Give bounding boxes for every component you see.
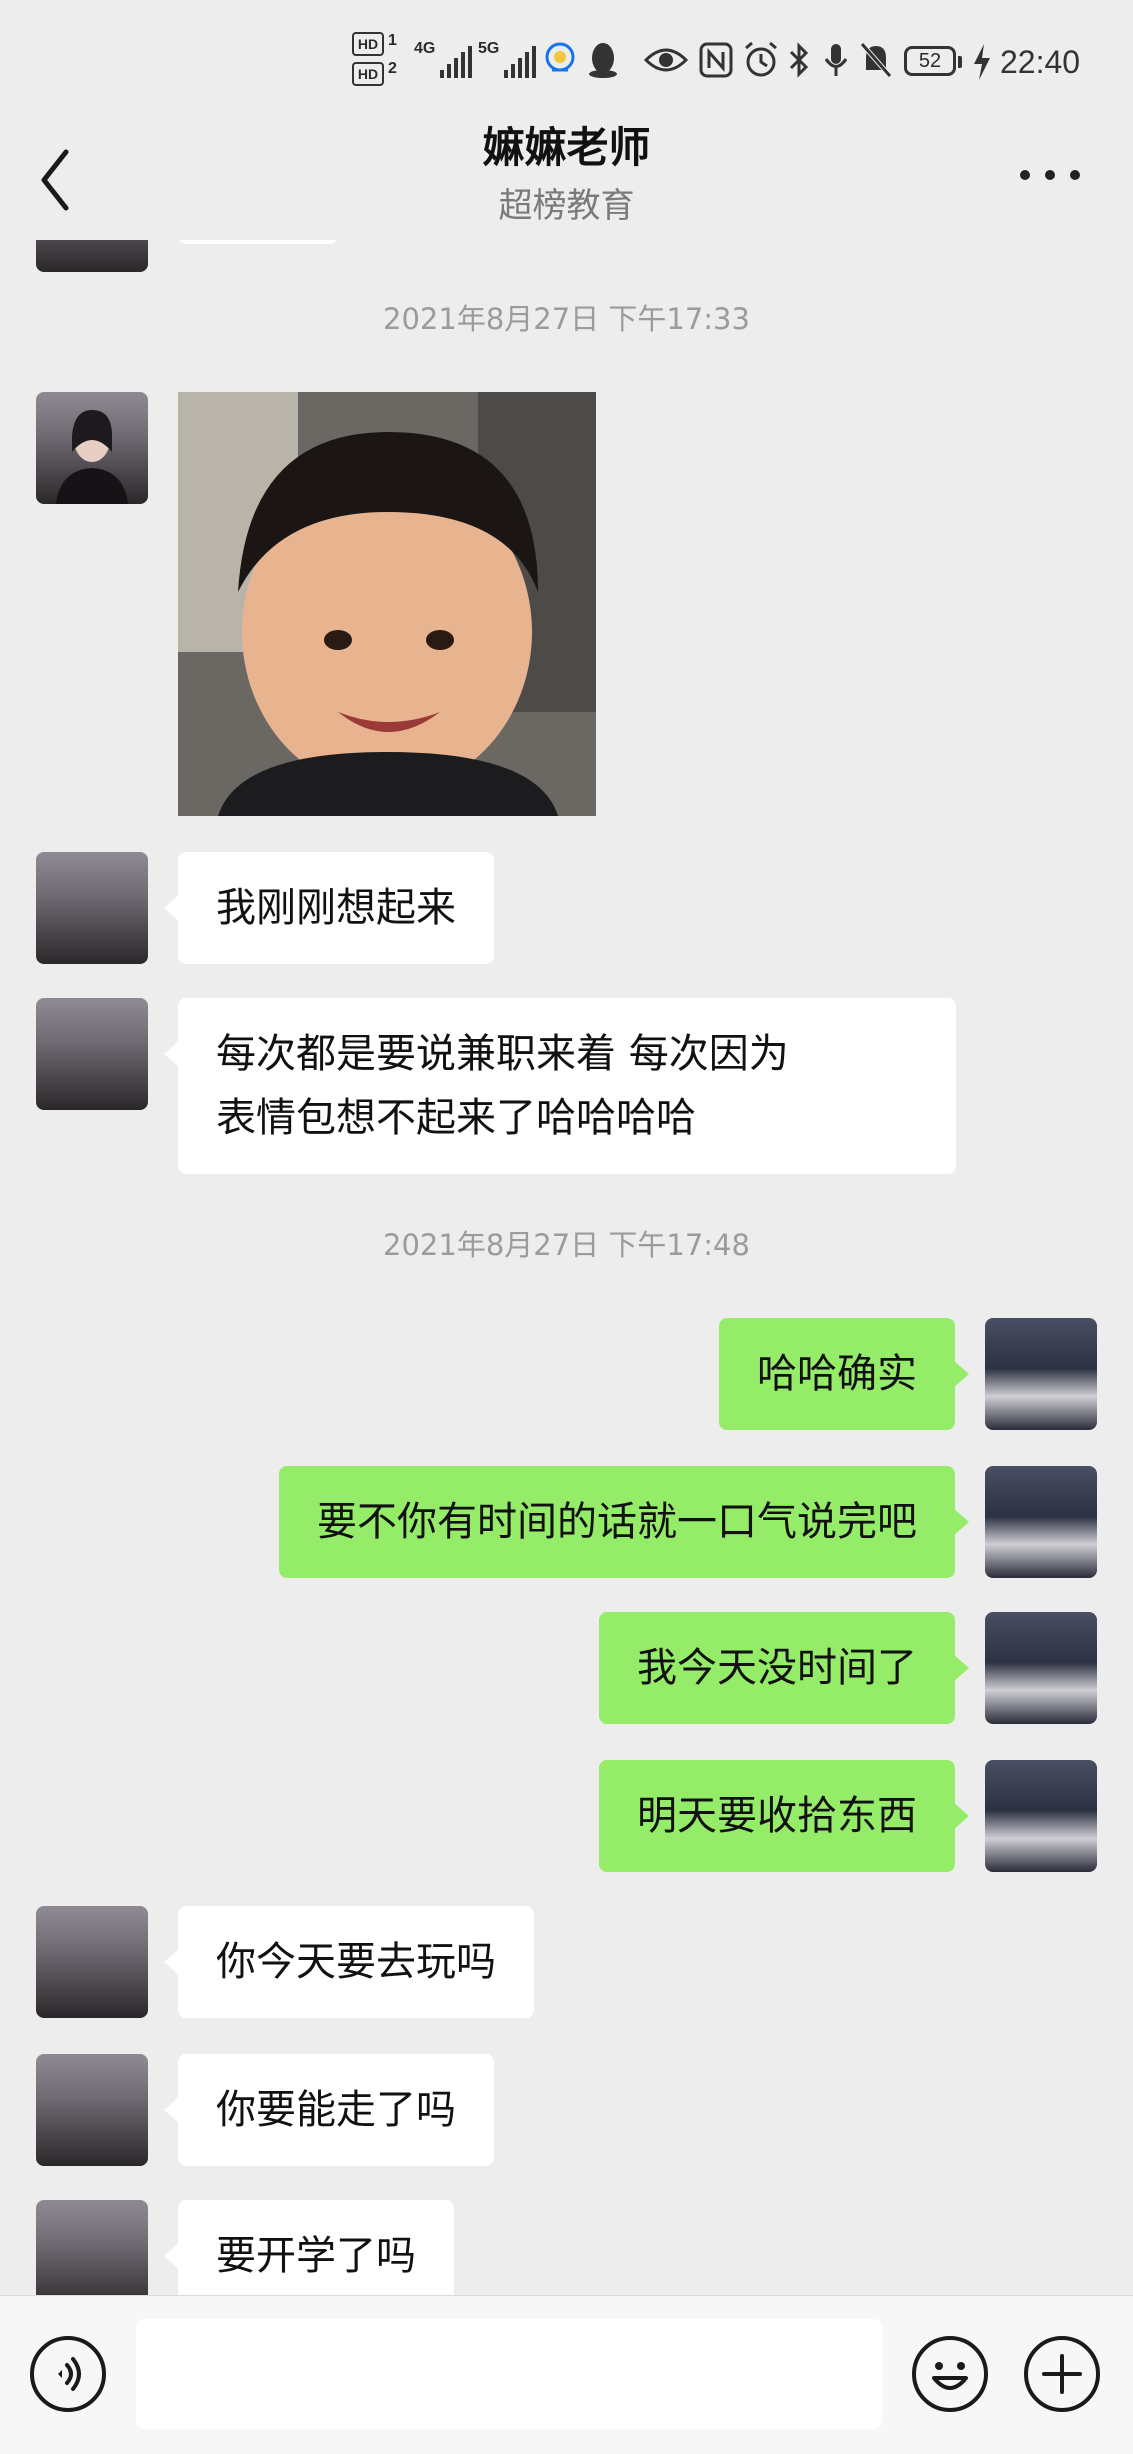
signal-strength-1-icon [440, 46, 472, 78]
photo-toddler-smiling [178, 392, 596, 816]
contact-avatar[interactable] [36, 392, 148, 504]
message-bubble-sent[interactable]: 明天要收拾东西 [599, 1760, 969, 1872]
my-avatar[interactable] [985, 1466, 1097, 1578]
eye-icon [644, 48, 688, 72]
battery-indicator: 52 [904, 46, 962, 76]
message-line: 每次都是要说兼职来着 每次因为 [216, 1031, 789, 1077]
chat-history[interactable]: 2021年8月27日 下午17:33 我刚刚想起来 每次都是要说兼职来着 每次因… [0, 240, 1133, 2295]
signal-strength-2-icon [504, 46, 536, 78]
more-options-button[interactable] [1020, 160, 1080, 190]
message-bubble[interactable]: 你今天要去玩吗 [164, 1906, 534, 2018]
sim-number-1: 1 [388, 32, 397, 49]
message-bubble-partial[interactable] [178, 240, 338, 244]
alarm-icon [745, 41, 777, 77]
charging-icon [974, 44, 990, 80]
more-actions-button[interactable] [1024, 2336, 1100, 2412]
contact-avatar[interactable] [36, 1906, 148, 2018]
plus-icon [1042, 2354, 1082, 2394]
input-bar [0, 2295, 1133, 2454]
hd-badge-1: HD [352, 32, 384, 56]
avatar-portrait-icon [56, 410, 128, 504]
contact-avatar[interactable] [36, 2054, 148, 2166]
mute-icon [860, 42, 892, 78]
sim-number-2: 2 [388, 60, 397, 77]
emoji-button[interactable] [912, 2336, 988, 2412]
message-line: 表情包想不起来了哈哈哈哈 [216, 1095, 696, 1141]
message-bubble[interactable]: 要开学了吗 [164, 2200, 454, 2295]
message-timestamp: 2021年8月27日 下午17:48 [383, 1228, 750, 1262]
network-type-1: 4G [414, 40, 436, 57]
qq-icon [589, 43, 617, 78]
contact-avatar[interactable] [36, 998, 148, 1110]
emoji-icon [932, 2362, 968, 2390]
message-bubble[interactable]: 你要能走了吗 [164, 2054, 494, 2166]
message-bubble[interactable]: 我刚刚想起来 [164, 852, 494, 964]
image-message[interactable] [178, 392, 596, 816]
more-dots-icon [1020, 170, 1030, 180]
my-avatar[interactable] [985, 1760, 1097, 1872]
status-bar: HD HD 1 2 4G 5G 52 22:40 [0, 0, 1133, 120]
contact-avatar[interactable] [36, 2200, 148, 2295]
chat-icon [545, 42, 575, 72]
chat-title: 嫲嫲老师 [482, 123, 651, 172]
clock: 22:40 [1000, 44, 1081, 80]
bluetooth-icon [789, 42, 809, 78]
chat-subtitle: 超榜教育 [498, 186, 635, 226]
message-bubble[interactable]: 每次都是要说兼职来着 每次因为 表情包想不起来了哈哈哈哈 [164, 998, 956, 1174]
hd-badge-2: HD [352, 62, 384, 86]
network-type-2: 5G [478, 40, 500, 57]
message-bubble-sent[interactable]: 哈哈确实 [719, 1318, 969, 1430]
nfc-icon [699, 42, 733, 78]
contact-avatar[interactable] [36, 852, 148, 964]
my-avatar[interactable] [985, 1318, 1097, 1430]
mic-icon [824, 44, 848, 76]
voice-input-button[interactable] [30, 2336, 106, 2412]
message-timestamp: 2021年8月27日 下午17:33 [383, 302, 750, 336]
voice-icon [58, 2357, 81, 2391]
message-input[interactable] [136, 2319, 882, 2429]
message-bubble-sent[interactable]: 我今天没时间了 [599, 1612, 969, 1724]
contact-avatar[interactable] [36, 240, 148, 272]
my-avatar[interactable] [985, 1612, 1097, 1724]
hd-badges: HD HD 1 2 [352, 32, 404, 92]
message-bubble-sent[interactable]: 要不你有时间的话就一口气说完吧 [279, 1466, 969, 1578]
